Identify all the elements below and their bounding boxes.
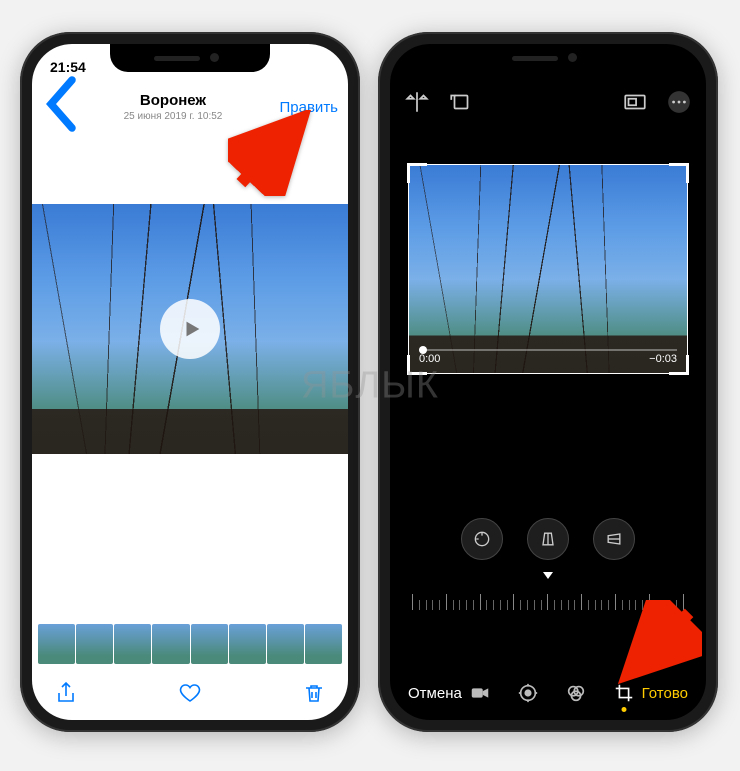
ruler-tick bbox=[453, 600, 454, 610]
ellipsis-icon bbox=[666, 89, 692, 115]
done-button[interactable]: Готово bbox=[642, 685, 688, 702]
flip-vertical-button[interactable] bbox=[404, 89, 430, 115]
thumbnail[interactable] bbox=[305, 624, 342, 664]
ruler-tick bbox=[608, 600, 609, 610]
vertical-perspective-button[interactable] bbox=[527, 518, 569, 560]
vertical-perspective-icon bbox=[538, 529, 558, 549]
video-content-ship bbox=[409, 165, 687, 373]
more-button[interactable] bbox=[666, 89, 692, 115]
ruler-tick bbox=[480, 594, 481, 610]
annotation-arrow-edit bbox=[228, 110, 314, 196]
editor-top-bar bbox=[390, 82, 706, 122]
ruler-tick bbox=[426, 600, 427, 610]
video-icon bbox=[469, 682, 491, 704]
rotate-button[interactable] bbox=[448, 89, 474, 115]
editor-mode-tabs bbox=[469, 682, 635, 704]
ruler-tick bbox=[574, 600, 575, 610]
ruler-tick bbox=[595, 600, 596, 610]
ruler-tick bbox=[466, 600, 467, 610]
video-preview[interactable] bbox=[32, 204, 348, 454]
thumbnail[interactable] bbox=[76, 624, 113, 664]
aspect-icon bbox=[622, 89, 648, 115]
aspect-ratio-button[interactable] bbox=[622, 89, 648, 115]
ruler-tick bbox=[446, 594, 447, 610]
filters-icon bbox=[565, 682, 587, 704]
delete-button[interactable] bbox=[302, 680, 326, 706]
location-title: Воронеж bbox=[78, 92, 268, 110]
straighten-icon bbox=[472, 529, 492, 549]
ruler-tick bbox=[513, 594, 514, 610]
ruler-tick bbox=[419, 600, 420, 610]
crop-handle-br[interactable] bbox=[669, 355, 689, 375]
ruler-tick bbox=[568, 600, 569, 610]
ruler-tick bbox=[561, 600, 562, 610]
share-icon bbox=[54, 680, 78, 706]
ruler-tick bbox=[473, 600, 474, 610]
ruler-tick bbox=[493, 600, 494, 610]
ruler-tick bbox=[432, 600, 433, 610]
ruler-tick bbox=[581, 594, 582, 610]
ruler-tick bbox=[439, 600, 440, 610]
thumbnail[interactable] bbox=[38, 624, 75, 664]
play-icon bbox=[181, 318, 203, 340]
ruler-tick bbox=[486, 600, 487, 610]
cancel-button[interactable]: Отмена bbox=[408, 685, 462, 702]
screenshot-comparison: ЯБЛЫК 21:54 Воронеж 25 июня 2019 г. 10:5 bbox=[0, 20, 740, 751]
video-content: 0:00 −0:03 bbox=[409, 165, 687, 373]
video-tab[interactable] bbox=[469, 682, 491, 704]
crop-handle-tr[interactable] bbox=[669, 163, 689, 183]
play-button[interactable] bbox=[160, 299, 220, 359]
straighten-button[interactable] bbox=[461, 518, 503, 560]
ruler-tick bbox=[554, 600, 555, 610]
rotate-icon bbox=[448, 89, 474, 115]
adjust-tab[interactable] bbox=[517, 682, 539, 704]
thumbnail[interactable] bbox=[191, 624, 228, 664]
horizontal-perspective-button[interactable] bbox=[593, 518, 635, 560]
ruler-tick bbox=[507, 600, 508, 610]
crop-handle-tl[interactable] bbox=[407, 163, 427, 183]
ruler-tick bbox=[500, 600, 501, 610]
ruler-tick bbox=[547, 594, 548, 610]
ruler-tick bbox=[541, 600, 542, 610]
thumbnail[interactable] bbox=[152, 624, 189, 664]
playback-track[interactable] bbox=[419, 349, 677, 351]
time-indicators: 0:00 −0:03 bbox=[419, 353, 677, 365]
crop-handle-bl[interactable] bbox=[407, 355, 427, 375]
chevron-left-icon bbox=[42, 74, 78, 134]
ruler-tick bbox=[534, 600, 535, 610]
adjustment-mode-buttons bbox=[390, 518, 706, 560]
horizontal-perspective-icon bbox=[604, 529, 624, 549]
ruler-tick bbox=[601, 600, 602, 610]
ruler-tick bbox=[412, 594, 413, 610]
ruler-tick bbox=[588, 600, 589, 610]
ruler-tick bbox=[459, 600, 460, 610]
ruler-center-marker bbox=[543, 572, 553, 579]
flip-icon bbox=[404, 89, 430, 115]
back-button[interactable] bbox=[42, 74, 78, 141]
trash-icon bbox=[302, 680, 326, 706]
annotation-arrow-crop bbox=[616, 600, 702, 686]
bottom-toolbar bbox=[32, 666, 348, 720]
adjust-icon bbox=[517, 682, 539, 704]
heart-icon bbox=[178, 680, 202, 706]
ruler-tick bbox=[520, 600, 521, 610]
ruler-tick bbox=[527, 600, 528, 610]
crop-frame[interactable]: 0:00 −0:03 bbox=[408, 164, 688, 374]
thumbnail[interactable] bbox=[229, 624, 266, 664]
device-notch bbox=[110, 44, 270, 72]
thumbnail[interactable] bbox=[267, 624, 304, 664]
filters-tab[interactable] bbox=[565, 682, 587, 704]
thumbnail[interactable] bbox=[114, 624, 151, 664]
share-button[interactable] bbox=[54, 680, 78, 706]
device-notch bbox=[468, 44, 628, 72]
thumbnail-strip[interactable] bbox=[38, 624, 342, 664]
favorite-button[interactable] bbox=[178, 680, 202, 706]
